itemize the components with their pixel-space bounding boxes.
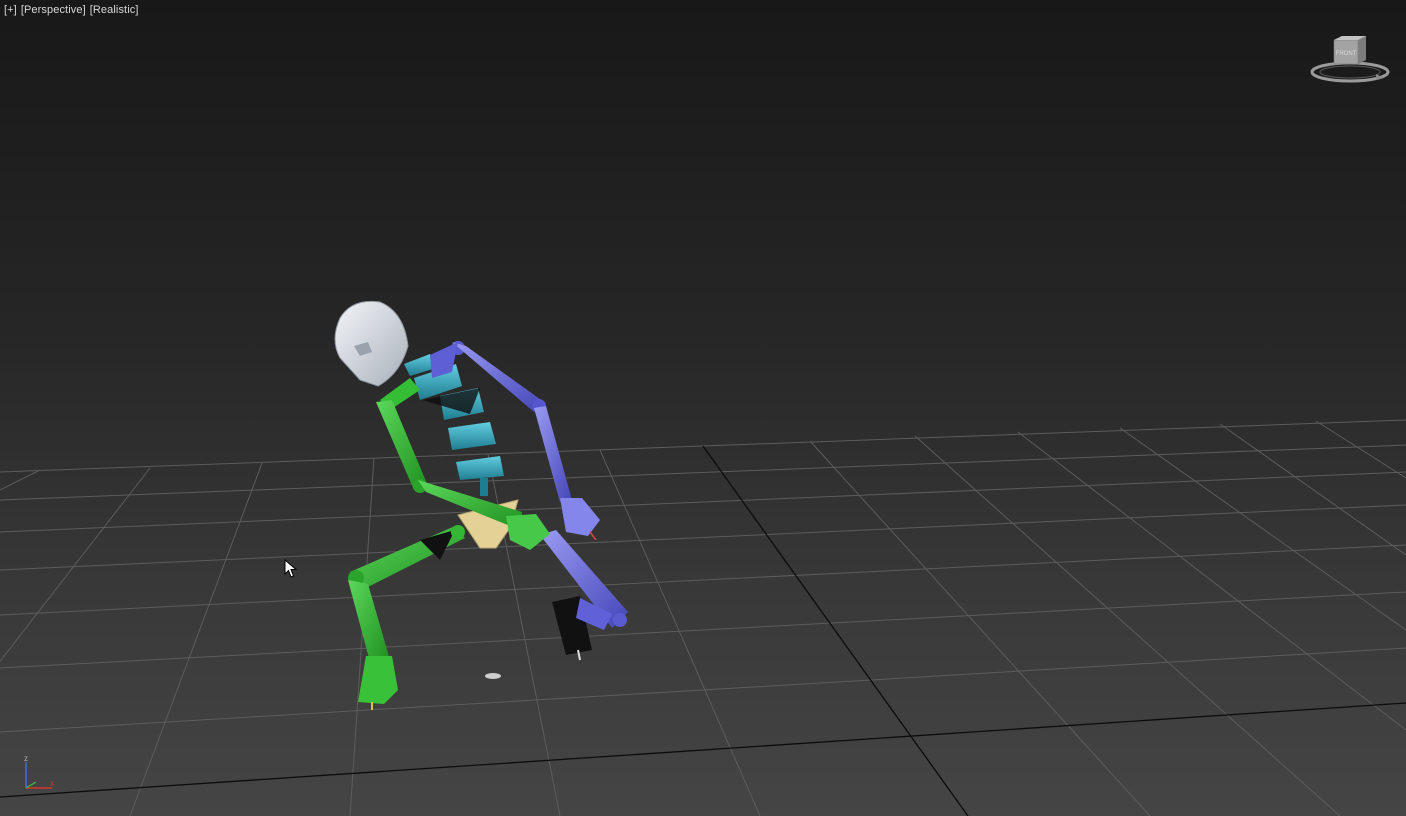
ground-grid (0, 419, 1406, 816)
axis-tripod: z x (24, 754, 54, 789)
footstep-marker (485, 673, 501, 679)
viewcube[interactable]: FRONT (1310, 34, 1392, 88)
perspective-viewport[interactable]: [+] [Perspective] [Realistic] FRONT z x (0, 0, 1406, 816)
head[interactable] (334, 300, 409, 387)
viewport-view-label[interactable]: [Perspective] (21, 4, 86, 16)
viewport-scene (0, 300, 1406, 816)
viewcube-face-label[interactable]: FRONT (1336, 51, 1357, 57)
viewport-shading-label[interactable]: [Realistic] (90, 4, 139, 16)
viewport-menu-button[interactable]: [+] (4, 4, 17, 16)
axis-z-label: z (24, 754, 28, 763)
viewport-label: [+] [Perspective] [Realistic] (4, 4, 139, 16)
right-leg[interactable] (540, 530, 628, 661)
mouse-cursor-icon (284, 559, 298, 578)
axis-x-label: x (50, 779, 54, 788)
biped-skeleton[interactable] (334, 300, 628, 710)
